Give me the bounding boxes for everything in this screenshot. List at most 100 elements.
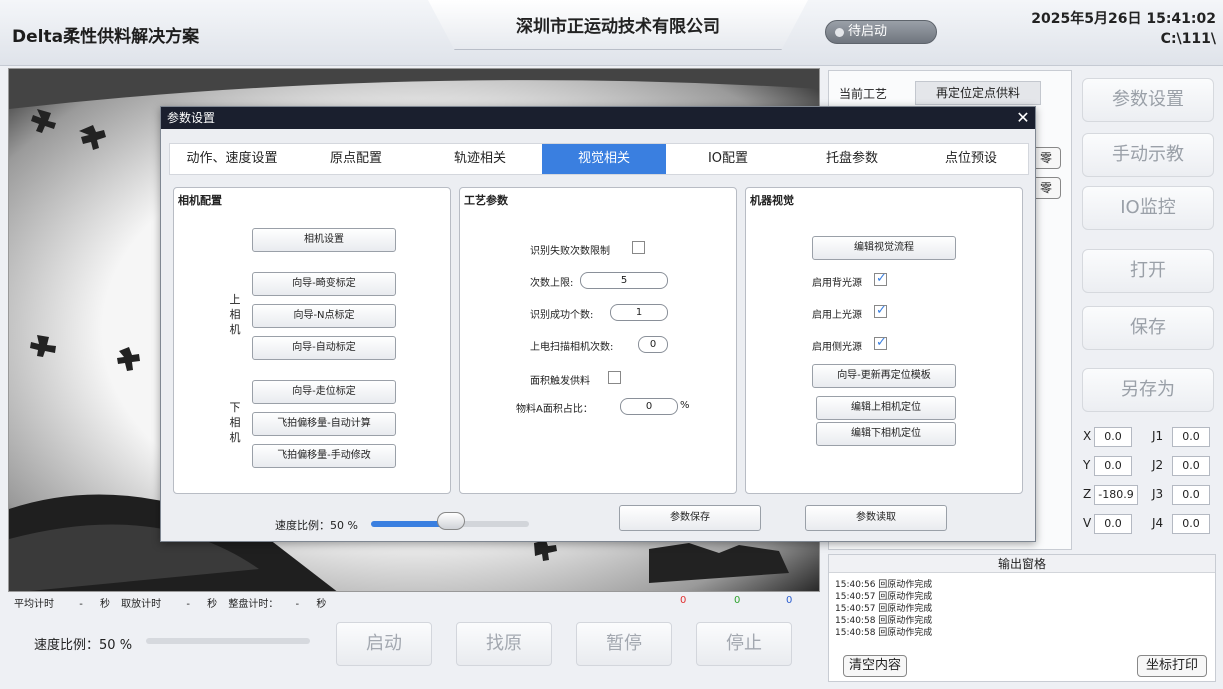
coord-j1: 0.0: [1172, 427, 1210, 447]
save-button[interactable]: 保存: [1082, 306, 1214, 350]
avg-timer-label: 平均计时: [14, 599, 54, 610]
edit-vision-flow-button[interactable]: 编辑视觉流程: [812, 236, 956, 260]
tab-tray[interactable]: 托盘参数: [790, 144, 914, 174]
param-settings-dialog: 参数设置 ✕ 动作、速度设置 原点配置 轨迹相关 视觉相关 IO配置 托盘参数 …: [160, 106, 1036, 542]
status-badge: 待启动: [825, 20, 937, 44]
process-value: 再定位定点供料: [915, 81, 1041, 105]
coord-label-y: Y: [1083, 458, 1091, 472]
print-coords-button[interactable]: 坐标打印: [1137, 655, 1207, 677]
io-monitor-button[interactable]: IO监控: [1082, 186, 1214, 230]
camera-settings-button[interactable]: 相机设置: [252, 228, 396, 252]
coord-z: -180.9: [1094, 485, 1138, 505]
start-button[interactable]: 启动: [336, 622, 432, 666]
home-button[interactable]: 找原: [456, 622, 552, 666]
param-save-button[interactable]: 参数保存: [619, 505, 761, 531]
coord-label-x: X: [1083, 429, 1092, 443]
coord-v: 0.0: [1094, 514, 1132, 534]
coord-label-j4: J4: [1152, 516, 1164, 530]
camera-config-group: 相机配置 相机设置 上相机 向导-畸变标定 向导-N点标定 向导-自动标定 下相…: [173, 187, 451, 494]
dialog-speed-knob[interactable]: [437, 512, 465, 530]
n-point-calibration-button[interactable]: 向导-N点标定: [252, 304, 396, 328]
project-path: C:\111\: [1160, 31, 1216, 47]
speed-ratio-label: 速度比例：50 %: [34, 638, 133, 653]
count-blue: 0: [786, 595, 793, 606]
upper-camera-label: 上相机: [229, 293, 241, 336]
count-green: 0: [734, 595, 741, 606]
side-light-checkbox[interactable]: [874, 335, 887, 350]
tab-vision[interactable]: 视觉相关: [542, 144, 666, 174]
place-timer-label: 取放计时: [121, 599, 162, 610]
coord-y: 0.0: [1094, 456, 1132, 476]
scan-count-input[interactable]: 0: [638, 336, 668, 353]
tab-io-config[interactable]: IO配置: [666, 144, 790, 174]
status-text: 待启动: [848, 24, 888, 39]
process-params-title: 工艺参数: [464, 194, 508, 207]
flyshot-manual-button[interactable]: 飞拍偏移量-手动修改: [252, 444, 396, 468]
datetime: 2025年5月26日 15:41:02: [1031, 11, 1216, 27]
success-count-input[interactable]: 1: [610, 304, 668, 321]
area-trigger-checkbox[interactable]: [608, 371, 621, 384]
area-trigger-label: 面积触发供料: [530, 376, 590, 387]
side-light-label: 启用侧光源: [812, 342, 862, 353]
param-settings-button[interactable]: 参数设置: [1082, 78, 1214, 122]
edit-lower-camera-button[interactable]: 编辑下相机定位: [816, 422, 956, 446]
distortion-calibration-button[interactable]: 向导-畸变标定: [252, 272, 396, 296]
count-red: 0: [680, 595, 687, 606]
company-name: 深圳市正运动技术有限公司: [516, 17, 720, 37]
coord-j2: 0.0: [1172, 456, 1210, 476]
success-count-label: 识别成功个数:: [530, 310, 594, 321]
coord-label-j3: J3: [1152, 487, 1164, 501]
tab-origin[interactable]: 原点配置: [294, 144, 418, 174]
edit-upper-camera-button[interactable]: 编辑上相机定位: [816, 396, 956, 420]
update-template-button[interactable]: 向导-更新再定位模板: [812, 364, 956, 388]
coord-label-z: Z: [1083, 487, 1092, 501]
max-times-input[interactable]: 5: [580, 272, 668, 289]
auto-calibration-button[interactable]: 向导-自动标定: [252, 336, 396, 360]
coord-label-j1: J1: [1152, 429, 1164, 443]
manual-teach-button[interactable]: 手动示教: [1082, 133, 1214, 177]
output-pane: 输出窗格 15:40:56 回原动作完成 15:40:57 回原动作完成 15:…: [828, 554, 1216, 682]
back-light-checkbox[interactable]: [874, 271, 887, 286]
area-ratio-input[interactable]: 0: [620, 398, 678, 415]
fail-limit-label: 识别失败次数限制: [530, 246, 610, 257]
tab-point-preset[interactable]: 点位预设: [914, 144, 1028, 174]
camera-config-title: 相机配置: [178, 194, 222, 207]
open-button[interactable]: 打开: [1082, 249, 1214, 293]
coord-x: 0.0: [1094, 427, 1132, 447]
coord-j3: 0.0: [1172, 485, 1210, 505]
settings-tabs: 动作、速度设置 原点配置 轨迹相关 视觉相关 IO配置 托盘参数 点位预设: [169, 143, 1029, 175]
tab-motion-speed[interactable]: 动作、速度设置: [170, 144, 294, 174]
process-label: 当前工艺: [839, 87, 888, 101]
dialog-speed-label: 速度比例：50 %: [275, 519, 358, 532]
save-as-button[interactable]: 另存为: [1082, 368, 1214, 412]
param-load-button[interactable]: 参数读取: [805, 505, 947, 531]
timers-row: 平均计时 - 秒 取放计时 - 秒 整盘计时： - 秒: [14, 595, 326, 610]
coord-j4: 0.0: [1172, 514, 1210, 534]
clear-output-button[interactable]: 清空内容: [843, 655, 907, 677]
flyshot-auto-button[interactable]: 飞拍偏移量-自动计算: [252, 412, 396, 436]
avg-timer-value: -: [79, 599, 83, 610]
coord-label-j2: J2: [1152, 458, 1164, 472]
percent-sign: %: [680, 400, 690, 411]
log-line: 15:40:58 回原动作完成: [835, 628, 933, 638]
close-icon[interactable]: ✕: [1013, 107, 1033, 129]
walk-calibration-button[interactable]: 向导-走位标定: [252, 380, 396, 404]
output-title: 输出窗格: [829, 555, 1215, 573]
top-light-checkbox[interactable]: [874, 303, 887, 318]
avg-timer-unit: 秒: [99, 599, 110, 610]
coord-label-v: V: [1083, 516, 1092, 530]
status-dot-icon: [835, 28, 844, 37]
scan-count-label: 上电扫描相机次数:: [530, 342, 614, 353]
tray-timer-label: 整盘计时：: [228, 599, 279, 610]
lower-camera-label: 下相机: [229, 401, 241, 444]
process-params-group: 工艺参数 识别失败次数限制 次数上限: 5 识别成功个数: 1 上电扫描相机次数…: [459, 187, 737, 494]
pause-button[interactable]: 暂停: [576, 622, 672, 666]
place-timer-value: -: [186, 599, 190, 610]
back-light-label: 启用背光源: [812, 278, 862, 289]
top-light-label: 启用上光源: [812, 310, 862, 321]
stop-button[interactable]: 停止: [696, 622, 792, 666]
tray-timer-value: -: [295, 599, 300, 610]
speed-slider[interactable]: [146, 638, 310, 644]
tab-trajectory[interactable]: 轨迹相关: [418, 144, 542, 174]
fail-limit-checkbox[interactable]: [632, 241, 645, 254]
